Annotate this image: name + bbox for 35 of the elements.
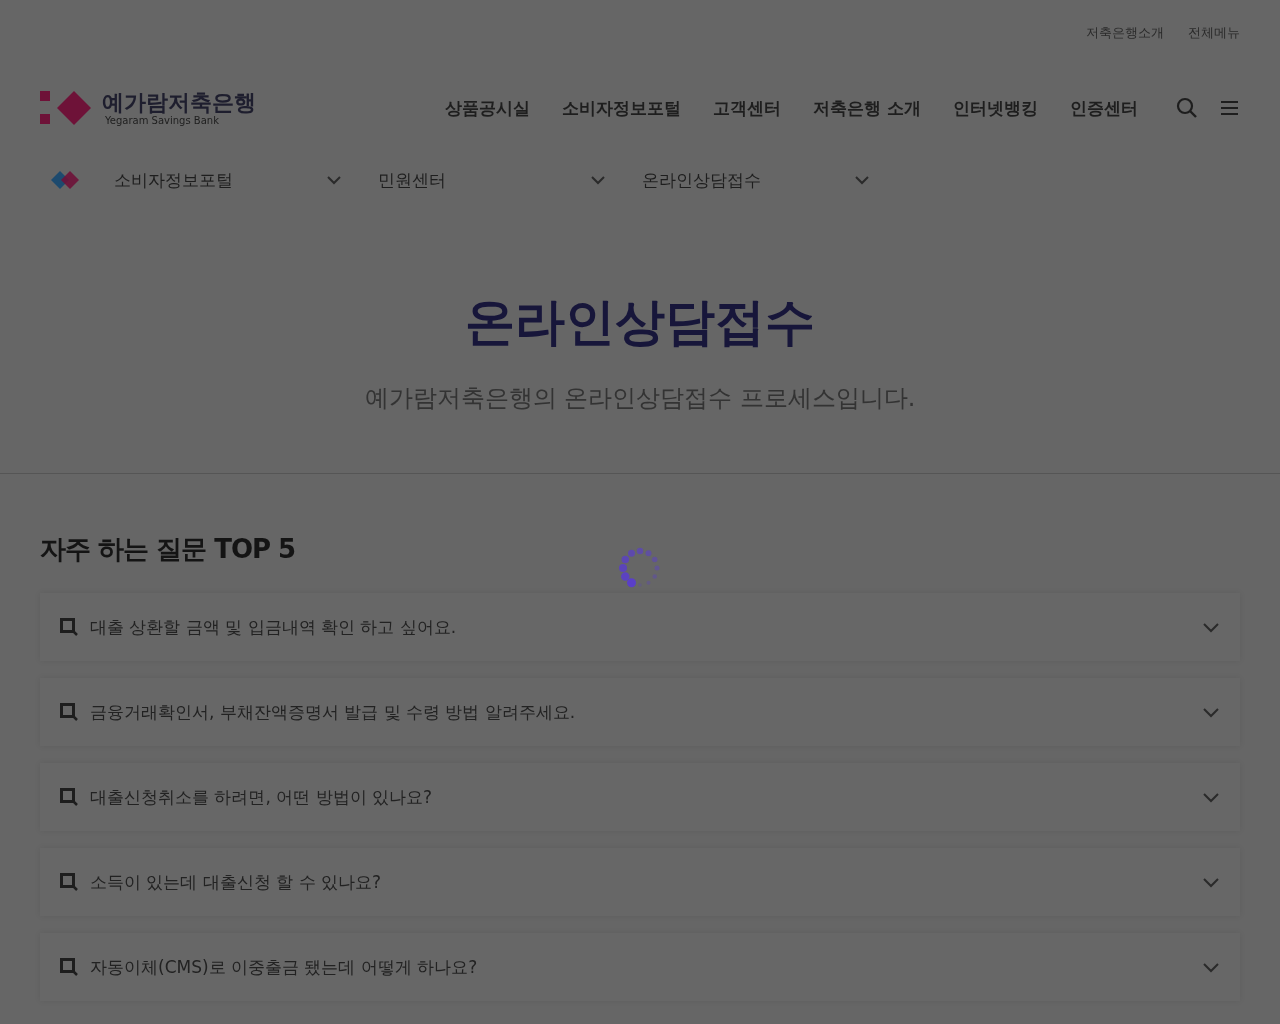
top-link[interactable]: 저축은행소개 [1086, 24, 1164, 48]
chevron-icon [1202, 791, 1220, 803]
faq-item[interactable]: 소득이 있는데 대출신청 할 수 있나요? [40, 848, 1240, 916]
logo-name: 예가람저축은행 [102, 90, 256, 115]
faq-item[interactable]: 대출신청취소를 하려면, 어떤 방법이 있나요? [40, 763, 1240, 831]
logo-subtitle: Yegaram Savings Bank [104, 114, 220, 126]
faq-title: 자주 하는 질문 TOP 5 [40, 533, 296, 566]
breadcrumb-dropdown[interactable]: 소비자정보포털 [114, 168, 342, 192]
search-icon [60, 873, 78, 891]
search-icon [60, 788, 78, 806]
nav-link[interactable]: 고객센터 [713, 96, 782, 120]
nav-link[interactable]: 저축은행 소개 [813, 96, 921, 120]
search-icon [60, 703, 78, 721]
search-icon [60, 958, 78, 976]
faq-item[interactable]: 대출 상환할 금액 및 입금내역 확인 하고 싶어요. [40, 593, 1240, 661]
chevron-icon [1202, 706, 1220, 718]
chevron-icon [1202, 621, 1220, 633]
faq-item[interactable]: 자동이체(CMS)로 이중출금 됐는데 어떻게 하나요? [40, 933, 1240, 1001]
chevron-icon [1202, 876, 1220, 888]
nav-link[interactable]: 상품공시실 [445, 96, 531, 120]
page-title: 온라인상담접수 [464, 292, 816, 353]
loading-spinner-icon [618, 546, 662, 590]
faq-item[interactable]: 금융거래확인서, 부채잔액증명서 발급 및 수령 방법 알려주세요. [40, 678, 1240, 746]
search-icon[interactable] [1176, 97, 1198, 119]
logo-icon [40, 91, 92, 125]
nav-link[interactable]: 소비자정보포털 [562, 96, 682, 120]
chevron-icon [1202, 961, 1220, 973]
breadcrumb-dropdown[interactable]: 온라인상담접수 [642, 168, 870, 192]
nav-link[interactable]: 인증센터 [1070, 96, 1138, 120]
home-icon[interactable] [50, 170, 80, 190]
menu-icon[interactable] [1220, 100, 1240, 116]
search-icon [60, 618, 78, 636]
breadcrumb-dropdown[interactable]: 민원센터 [378, 168, 606, 192]
top-link[interactable]: 전체메뉴 [1188, 24, 1240, 48]
nav-link[interactable]: 인터넷뱅킹 [953, 96, 1038, 120]
